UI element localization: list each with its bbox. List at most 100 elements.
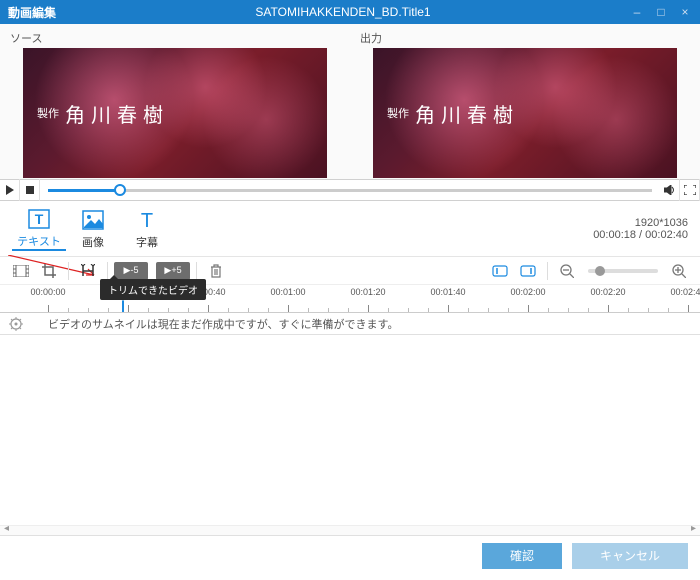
divider	[107, 262, 108, 280]
trim-icon	[81, 264, 95, 278]
ruler-minor-tick	[408, 308, 409, 312]
info-panel: 1920*1036 00:00:18 / 00:02:40	[593, 217, 688, 241]
output-label: 出力	[358, 30, 692, 46]
svg-text:T: T	[35, 211, 44, 227]
ruler-label: 00:02:20	[590, 287, 625, 297]
source-column: ソース 製作 角川春樹	[0, 30, 350, 179]
ruler-minor-tick	[468, 308, 469, 312]
marker-end-icon	[520, 265, 536, 277]
image-icon	[66, 208, 120, 232]
progress-line	[48, 189, 652, 192]
source-label: ソース	[8, 30, 342, 46]
trim-button[interactable]	[75, 260, 101, 282]
subtitle-icon: T	[120, 208, 174, 232]
film-button[interactable]	[8, 260, 34, 282]
progress-thumb[interactable]	[114, 184, 126, 196]
playhead-line	[122, 301, 124, 313]
delete-button[interactable]	[203, 260, 229, 282]
divider	[68, 262, 69, 280]
track-settings-icon[interactable]	[0, 317, 32, 331]
ruler-label: 00:00:00	[30, 287, 65, 297]
document-title: SATOMIHAKKENDEN_BD.Title1	[56, 5, 630, 19]
ruler-label: 00:01:00	[270, 287, 305, 297]
titlebar: 動画編集 SATOMIHAKKENDEN_BD.Title1 – □ ×	[0, 0, 700, 24]
fullscreen-icon	[684, 185, 696, 195]
zoom-thumb[interactable]	[595, 266, 605, 276]
trash-icon	[210, 264, 222, 278]
window-controls: – □ ×	[630, 5, 692, 19]
playback-bar	[0, 179, 700, 201]
tab-image-label: 画像	[66, 234, 120, 250]
ruler-minor-tick	[648, 308, 649, 312]
ruler-label: 00:01:20	[350, 287, 385, 297]
ruler-minor-tick	[68, 308, 69, 312]
ruler-label: 00:01:40	[430, 287, 465, 297]
fullscreen-button[interactable]	[680, 179, 700, 201]
thumb-prefix: 製作	[37, 105, 59, 121]
tab-subtitle[interactable]: T 字幕	[120, 208, 174, 250]
ruler-minor-tick	[108, 308, 109, 312]
ruler-minor-tick	[568, 308, 569, 312]
maximize-icon[interactable]: □	[654, 5, 668, 19]
minimize-icon[interactable]: –	[630, 5, 644, 19]
ruler-minor-tick	[488, 308, 489, 312]
skip-back-button[interactable]: ▶-5	[114, 262, 148, 280]
tab-image[interactable]: 画像	[66, 208, 120, 250]
crop-icon	[42, 264, 56, 278]
cancel-button[interactable]: キャンセル	[572, 543, 688, 569]
preview-area: ソース 製作 角川春樹 出力 製作 角川春樹	[0, 24, 700, 179]
resolution-text: 1920*1036	[593, 217, 688, 229]
video-track[interactable]: ビデオのサムネイルは現在まだ作成中ですが、すぐに準備ができます。	[0, 313, 700, 335]
text-icon: T	[12, 207, 66, 231]
timeline-canvas[interactable]	[0, 335, 700, 525]
output-column: 出力 製作 角川春樹	[350, 30, 700, 179]
ruler-minor-tick	[348, 308, 349, 312]
stop-button[interactable]	[20, 179, 40, 201]
horizontal-scrollbar[interactable]	[0, 525, 700, 535]
progress-fill	[48, 189, 120, 192]
tool-row: ▶-5 ▶+5 トリムできたビデオ	[0, 257, 700, 285]
skip-forward-button[interactable]: ▶+5	[156, 262, 190, 280]
zoom-out-icon	[560, 264, 574, 278]
app-name: 動画編集	[8, 4, 56, 21]
ruler-minor-tick	[248, 308, 249, 312]
ruler-minor-tick	[668, 308, 669, 312]
play-icon	[6, 185, 14, 195]
thumb-prefix: 製作	[387, 105, 409, 121]
timecode-text: 00:00:18 / 00:02:40	[593, 229, 688, 241]
ruler-minor-tick	[308, 308, 309, 312]
progress-track[interactable]	[40, 179, 660, 201]
divider	[196, 262, 197, 280]
marker-end-button[interactable]	[515, 260, 541, 282]
volume-button[interactable]	[660, 179, 680, 201]
svg-text:T: T	[141, 210, 153, 230]
ruler-minor-tick	[268, 308, 269, 312]
ruler-minor-tick	[508, 308, 509, 312]
output-thumbnail[interactable]: 製作 角川春樹	[373, 48, 677, 178]
track-message: ビデオのサムネイルは現在まだ作成中ですが、すぐに準備ができます。	[32, 316, 398, 332]
zoom-in-icon	[672, 264, 686, 278]
ruler-minor-tick	[588, 308, 589, 312]
volume-icon	[664, 185, 676, 195]
ruler-minor-tick	[328, 308, 329, 312]
zoom-slider[interactable]	[588, 269, 658, 273]
close-icon[interactable]: ×	[678, 5, 692, 19]
crop-button[interactable]	[36, 260, 62, 282]
stop-icon	[26, 186, 34, 194]
thumb-text: 角川春樹	[415, 99, 519, 128]
tab-row: T テキスト 画像 T 字幕 1920*1036 00:00:18 / 00:0…	[0, 201, 700, 257]
ruler-label: 00:02:40	[670, 287, 700, 297]
divider	[547, 262, 548, 280]
trim-tooltip: トリムできたビデオ	[100, 279, 206, 300]
source-thumbnail[interactable]: 製作 角川春樹	[23, 48, 327, 178]
marker-start-icon	[492, 265, 508, 277]
marker-start-button[interactable]	[487, 260, 513, 282]
confirm-button[interactable]: 確認	[482, 543, 562, 569]
tab-text[interactable]: T テキスト	[12, 207, 66, 251]
zoom-in-button[interactable]	[666, 260, 692, 282]
play-button[interactable]	[0, 179, 20, 201]
ruler-minor-tick	[548, 308, 549, 312]
zoom-out-button[interactable]	[554, 260, 580, 282]
footer: 確認 キャンセル	[0, 535, 700, 575]
thumb-text: 角川春樹	[65, 99, 169, 128]
